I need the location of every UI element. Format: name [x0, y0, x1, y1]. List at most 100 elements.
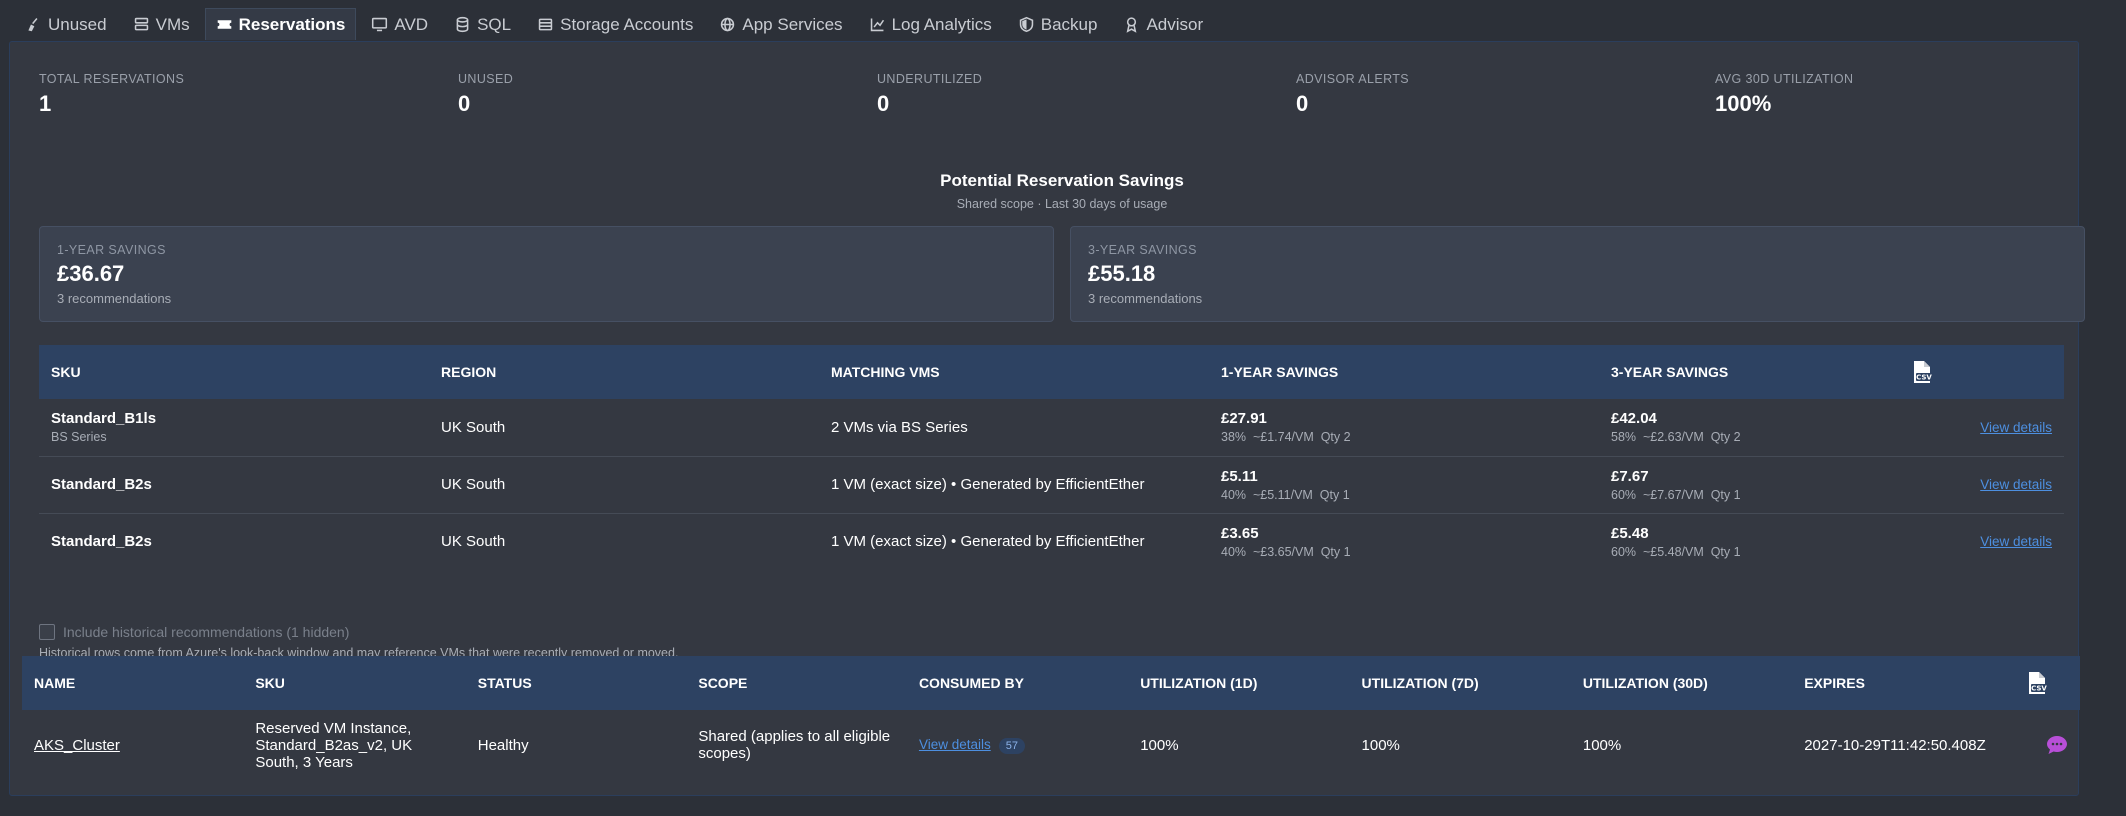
- globe-icon: [721, 17, 735, 32]
- ticket-icon: [217, 20, 231, 29]
- col-matching-vms: MATCHING VMS: [831, 364, 940, 380]
- cell-one-year: £5.11 40% ~£5.11/VM Qty 1: [1209, 456, 1599, 513]
- col-status: STATUS: [477, 675, 532, 691]
- historical-section: Include historical recommendations (1 hi…: [39, 624, 678, 660]
- col-scope: SCOPE: [698, 675, 748, 691]
- stat-value: 100%: [1715, 91, 1772, 116]
- tab-label: Storage Accounts: [560, 14, 694, 34]
- tab-log-analytics[interactable]: Log Analytics: [858, 8, 1003, 40]
- stat-value: 0: [1296, 91, 1309, 116]
- stat-avg-utilization: AVG 30D UTILIZATION 100%: [1715, 72, 1853, 117]
- one-year-amount: £27.91: [1221, 410, 1267, 428]
- cell-action: View details: [1899, 456, 2064, 513]
- tab-label: SQL: [477, 14, 512, 34]
- chat-icon[interactable]: [2046, 735, 2068, 755]
- cell-region: UK South: [441, 418, 506, 436]
- cell-matching: 1 VM (exact size) • Generated by Efficie…: [831, 533, 1145, 551]
- view-details-link[interactable]: View details: [1980, 420, 2052, 435]
- svg-text:CSV: CSV: [1916, 374, 1932, 382]
- csv-export-icon[interactable]: CSV: [1911, 360, 1933, 384]
- stat-label: UNUSED: [458, 72, 514, 86]
- cell-sku: Standard_B2s: [39, 513, 429, 570]
- tab-reservations[interactable]: Reservations: [204, 8, 357, 40]
- stat-label: AVG 30D UTILIZATION: [1715, 72, 1854, 86]
- recommendations-table: SKU REGION MATCHING VMS 1-YEAR SAVINGS 3…: [39, 345, 2064, 570]
- csv-export-icon[interactable]: CSV: [2026, 671, 2048, 695]
- historical-toggle[interactable]: Include historical recommendations (1 hi…: [39, 624, 678, 640]
- historical-checkbox-label[interactable]: Include historical recommendations (1 hi…: [63, 624, 349, 640]
- three-year-amount: £5.48: [1611, 524, 1649, 542]
- tab-unused[interactable]: Unused: [14, 8, 118, 40]
- tab-avd[interactable]: AVD: [360, 8, 439, 40]
- col-region: REGION: [441, 364, 497, 380]
- card-count: 3 recommendations: [57, 291, 172, 306]
- table-row: AKS_Cluster Reserved VM Instance, Standa…: [22, 710, 2080, 780]
- cell-name: AKS_Cluster: [22, 710, 243, 780]
- consumed-view-details-link[interactable]: View details: [919, 737, 991, 752]
- stats-row: TOTAL RESERVATIONS 1 UNUSED 0 UNDERUTILI…: [39, 72, 2079, 132]
- card-amount: £36.67: [57, 261, 125, 286]
- svg-text:CSV: CSV: [2032, 685, 2048, 693]
- col-name: NAME: [34, 675, 76, 691]
- table-row: Standard_B2s UK South 1 VM (exact size) …: [39, 456, 2064, 513]
- historical-checkbox[interactable]: [39, 624, 55, 640]
- tab-label: Unused: [48, 14, 107, 34]
- col-utilization-7d: UTILIZATION (7D): [1361, 675, 1479, 691]
- cell-utilization-7d: 100%: [1361, 736, 1400, 754]
- cell-one-year: £3.65 40% ~£3.65/VM Qty 1: [1209, 513, 1599, 570]
- cell-action: View details: [1899, 399, 2064, 456]
- cell-utilization-1d: 100%: [1140, 736, 1179, 754]
- col-export: CSV: [2014, 656, 2080, 710]
- tab-label: App Services: [742, 14, 843, 34]
- three-year-detail: 60% ~£7.67/VM Qty 1: [1611, 487, 1741, 502]
- card-count: 3 recommendations: [1088, 291, 1203, 306]
- card-label: 3-YEAR SAVINGS: [1088, 243, 1197, 257]
- tab-backup[interactable]: Backup: [1007, 8, 1109, 40]
- server-icon: [134, 17, 148, 31]
- award-icon: [1127, 17, 1137, 33]
- one-year-amount: £3.65: [1221, 524, 1259, 542]
- view-details-link[interactable]: View details: [1980, 477, 2052, 492]
- reservations-table: NAME SKU STATUS SCOPE CONSUMED BY UTILIZ…: [22, 656, 2080, 780]
- col-consumed-by: CONSUMED BY: [918, 675, 1024, 691]
- tab-sql[interactable]: SQL: [443, 8, 522, 40]
- tab-label: Log Analytics: [891, 14, 992, 34]
- cell-action: [2014, 710, 2080, 780]
- main-tabs: Unused VMs Reservations AVD SQL Storage …: [14, 8, 1214, 40]
- tab-label: VMs: [155, 14, 190, 34]
- one-year-detail: 40% ~£5.11/VM Qty 1: [1221, 487, 1350, 502]
- tab-storage-accounts[interactable]: Storage Accounts: [526, 8, 704, 40]
- three-year-savings-card: 3-YEAR SAVINGS £55.18 3 recommendations: [1070, 226, 2085, 322]
- cell-utilization-30d: 100%: [1582, 736, 1622, 754]
- col-sku: SKU: [255, 675, 285, 691]
- reservation-name-link[interactable]: AKS_Cluster: [34, 737, 120, 754]
- tab-advisor[interactable]: Advisor: [1112, 8, 1214, 40]
- stat-value: 1: [39, 91, 52, 116]
- tab-label: AVD: [394, 14, 429, 34]
- stat-label: UNDERUTILIZED: [877, 72, 983, 86]
- one-year-savings-card: 1-YEAR SAVINGS £36.67 3 recommendations: [39, 226, 1054, 322]
- table-header-row: SKU REGION MATCHING VMS 1-YEAR SAVINGS 3…: [39, 345, 2064, 399]
- consumed-count-badge: 57: [998, 738, 1025, 754]
- card-amount: £55.18: [1088, 261, 1156, 286]
- table-header-row: NAME SKU STATUS SCOPE CONSUMED BY UTILIZ…: [22, 656, 2080, 710]
- stat-label: TOTAL RESERVATIONS: [39, 72, 185, 86]
- three-year-amount: £7.67: [1611, 467, 1649, 485]
- view-details-link[interactable]: View details: [1980, 534, 2052, 549]
- cell-expires: 2027-10-29T11:42:50.408Z: [1804, 736, 1986, 754]
- stat-unused: UNUSED 0: [458, 72, 513, 117]
- col-utilization-1d: UTILIZATION (1D): [1140, 675, 1258, 691]
- stat-label: ADVISOR ALERTS: [1296, 72, 1410, 86]
- tab-app-services[interactable]: App Services: [708, 8, 853, 40]
- cell-sku: Reserved VM Instance, Standard_B2as_v2, …: [255, 719, 413, 771]
- stat-value: 0: [458, 91, 471, 116]
- three-year-detail: 60% ~£5.48/VM Qty 1: [1611, 544, 1741, 559]
- shield-icon: [1019, 16, 1033, 33]
- cell-sku: Standard_B1ls BS Series: [39, 399, 429, 456]
- cell-three-year: £5.48 60% ~£5.48/VM Qty 1: [1599, 513, 1899, 570]
- one-year-detail: 40% ~£3.65/VM Qty 1: [1221, 544, 1351, 559]
- one-year-detail: 38% ~£1.74/VM Qty 2: [1221, 430, 1351, 445]
- tab-vms[interactable]: VMs: [122, 8, 201, 40]
- col-sku: SKU: [51, 364, 81, 380]
- sku-name: Standard_B2s: [51, 533, 152, 551]
